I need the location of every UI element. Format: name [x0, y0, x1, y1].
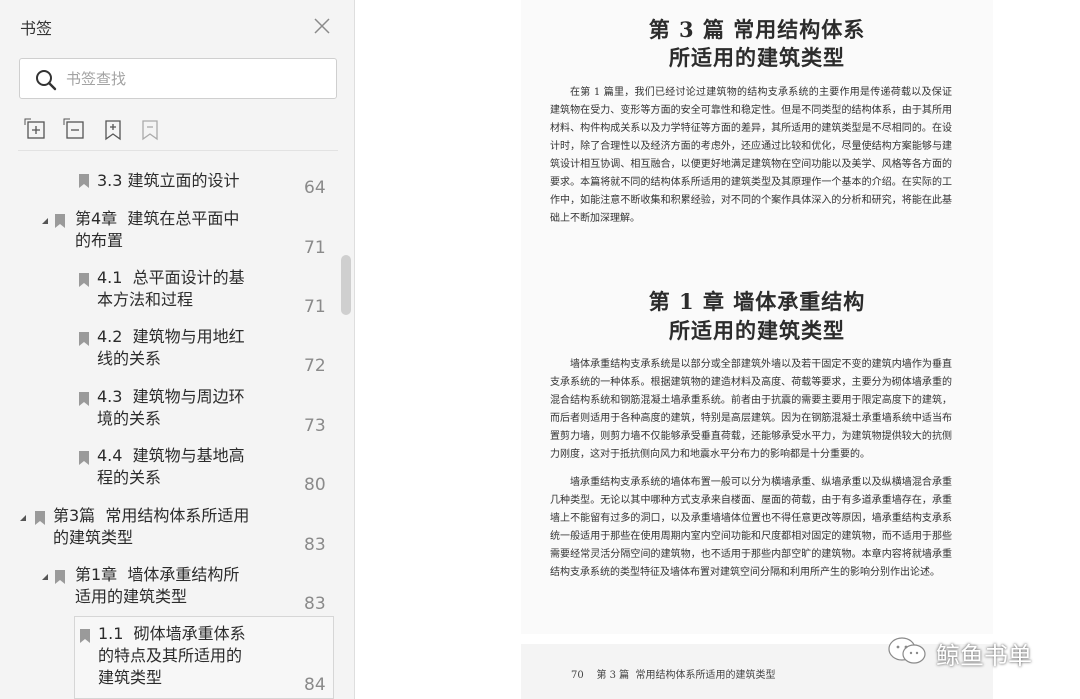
bookmark-page: 73	[304, 416, 326, 436]
bookmark-item[interactable]: 4.3 建筑物与周边环 境的关系 73	[70, 386, 340, 442]
bookmark-page: 71	[304, 297, 326, 317]
bookmark-item[interactable]: 第1章 墙体承重结构所 适用的建筑类型 83	[38, 564, 340, 620]
expanded-arrow-icon[interactable]	[40, 216, 50, 226]
bookmark-label: 第4章 建筑在总平面中 的布置	[75, 209, 240, 250]
bookmark-item[interactable]: 第4章 建筑在总平面中 的布置 71	[38, 208, 340, 264]
collapse-all-icon[interactable]	[63, 118, 87, 142]
remove-bookmark-icon[interactable]	[138, 118, 162, 142]
bookmark-label: 1.1 砌体墙承重体系 的特点及其所适用的 建筑类型	[98, 624, 246, 687]
bookmark-item[interactable]: 4.1 总平面设计的基 本方法和过程 71	[70, 267, 340, 323]
bookmark-item[interactable]: 4.2 建筑物与用地红 线的关系 72	[70, 326, 340, 382]
bookmark-page: 64	[304, 178, 326, 198]
bookmark-icon	[55, 570, 65, 584]
bookmark-icon	[55, 214, 65, 228]
bookmark-panel: 书签 3.3	[0, 0, 355, 699]
bookmark-search-box[interactable]	[19, 58, 337, 99]
bookmark-icon	[79, 332, 89, 346]
bookmark-search-input[interactable]	[66, 65, 326, 93]
panel-title: 书签	[20, 19, 53, 38]
bookmark-icon	[79, 451, 89, 465]
expanded-arrow-icon[interactable]	[40, 572, 50, 582]
bookmark-label: 3.3 建筑立面的设计	[97, 171, 240, 190]
search-icon	[36, 70, 57, 91]
intro-paragraph: 在第 1 篇里，我们已经讨论过建筑物的结构支承系统的主要作用是传递荷载以及保证建…	[550, 87, 952, 224]
bookmark-label: 4.2 建筑物与用地红 线的关系	[97, 327, 245, 368]
bookmark-item-selected[interactable]: 1.1 砌体墙承重体系 的特点及其所适用的 建筑类型 84	[74, 616, 334, 699]
bookmark-item[interactable]: 4.4 建筑物与基地高 程的关系 80	[70, 445, 340, 501]
bookmark-item[interactable]: 第3篇 常用结构体系所适用 的建筑类型 83	[16, 505, 340, 561]
chapter-title-line2: 所适用的建筑类型	[669, 318, 845, 343]
bookmark-page: 84	[304, 675, 326, 695]
bookmark-page: 80	[304, 475, 326, 495]
page: 第 3 篇 常用结构体系 所适用的建筑类型 在第 1 篇里，我们已经讨论过建筑物…	[521, 0, 1080, 699]
panel-header: 书签	[0, 0, 355, 52]
body-paragraph: 墙承重结构支承系统的墙体布置一般可以分为横墙承重、纵墙承重以及纵横墙混合承重几种…	[550, 477, 952, 578]
bookmark-icon	[80, 629, 90, 643]
add-bookmark-icon[interactable]	[101, 118, 125, 142]
expanded-arrow-icon[interactable]	[18, 513, 28, 523]
bookmark-icon	[79, 174, 89, 188]
part-title-line1: 第 3 篇 常用结构体系	[648, 17, 866, 42]
bookmark-label: 4.3 建筑物与周边环 境的关系	[97, 387, 245, 428]
part-title-line2: 所适用的建筑类型	[669, 45, 845, 70]
bookmark-page: 71	[304, 238, 326, 258]
document-view[interactable]: 第 3 篇 常用结构体系 所适用的建筑类型 在第 1 篇里，我们已经讨论过建筑物…	[356, 0, 1080, 699]
bookmark-scrollbar[interactable]	[341, 255, 351, 315]
expand-all-icon[interactable]	[24, 118, 48, 142]
chapter-title-line1: 第 1 章 墙体承重结构	[648, 289, 866, 314]
bookmark-page: 83	[304, 535, 326, 555]
page-footer: 70 第 3 篇 常用结构体系所适用的建筑类型	[571, 670, 776, 681]
bookmark-label: 第1章 墙体承重结构所 适用的建筑类型	[75, 565, 240, 606]
bookmark-label: 第3篇 常用结构体系所适用 的建筑类型	[53, 506, 250, 547]
watermark-text: 鲸鱼书单	[936, 642, 1032, 670]
close-icon[interactable]	[310, 14, 334, 38]
bookmark-icon	[35, 511, 45, 525]
bookmark-label: 4.4 建筑物与基地高 程的关系	[97, 446, 245, 487]
bookmark-label: 4.1 总平面设计的基 本方法和过程	[97, 268, 245, 309]
bookmark-icon	[79, 392, 89, 406]
bookmark-item[interactable]: 3.3 建筑立面的设计 64	[70, 168, 340, 208]
toolbar-divider	[18, 150, 338, 151]
bookmark-page: 83	[304, 594, 326, 614]
page-sheet: 第 3 篇 常用结构体系 所适用的建筑类型 在第 1 篇里，我们已经讨论过建筑物…	[521, 0, 993, 634]
bookmark-page: 72	[304, 356, 326, 376]
wechat-icon	[888, 637, 926, 664]
body-paragraph: 墙体承重结构支承系统是以部分或全部建筑外墙以及若干固定不变的建筑内墙作为垂直支承…	[550, 359, 952, 460]
bookmark-icon	[79, 273, 89, 287]
